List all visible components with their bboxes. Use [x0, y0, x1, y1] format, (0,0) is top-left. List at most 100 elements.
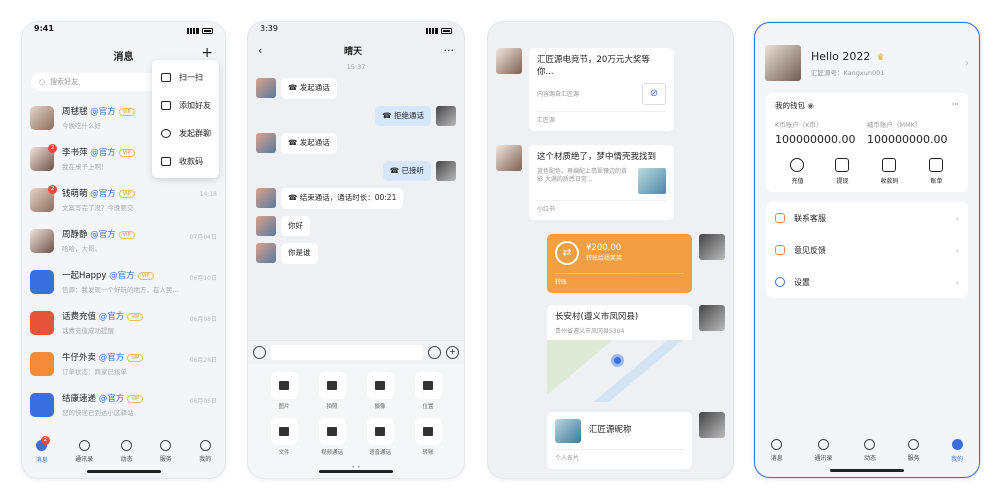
tool-microphone[interactable]: 语音通话 [356, 418, 404, 456]
conversation-item[interactable]: 话费充值 @官方 VIP 话费充值成功提醒 06月08日 [22, 302, 225, 343]
message-bubble[interactable]: 你是谁 [281, 243, 318, 264]
conversation-item[interactable]: 一起Happy @官方 VIP 信源：我发现一个好玩的地方，在人民... 06月10日 [22, 261, 225, 302]
phone-icon: ☎ [389, 165, 402, 175]
message-bubble[interactable]: ☎ 已接听 [382, 160, 431, 181]
title-text: 消息 [113, 52, 134, 63]
receive-code-button[interactable]: 收款码 [880, 158, 898, 185]
location-card[interactable]: 长安村(遵义市凤冈县) 贵州省遵义市凤冈县S304 [547, 304, 692, 402]
avatar[interactable] [256, 133, 276, 153]
tool-video-call[interactable]: 视频通话 [308, 418, 356, 456]
tool-image[interactable]: 图片 [260, 372, 308, 410]
tab-label: 通讯录 [814, 455, 833, 462]
chat-screen: 3:39 ‹ 晴天 ··· 15:37 ☎ 发起通话 ☎ 拒绝通话 ☎ 发起通话 ☎ … [248, 22, 464, 478]
tab-messages[interactable]: 2 消息 [36, 436, 50, 464]
tab-contacts[interactable]: 通讯录 [75, 440, 93, 464]
conversation-time: 14:18 [199, 191, 217, 198]
tool-transfer[interactable]: 转账 [404, 418, 452, 456]
tab-me[interactable]: 我的 [951, 439, 963, 463]
avatar[interactable] [436, 105, 456, 126]
contact-name: 一起Happy [62, 271, 107, 281]
home-indicator [319, 470, 393, 473]
tool-label: 转账 [422, 450, 434, 456]
voice-icon[interactable] [253, 346, 266, 359]
services-icon [160, 440, 172, 451]
avatar[interactable] [436, 160, 456, 181]
article-card[interactable]: 这个材质绝了，梦中情壳我找到 蓝色配色，再编配上翡翠镶边的背影 大满的质感日常.… [529, 144, 674, 220]
tool-camera[interactable]: 拍照 [308, 372, 356, 410]
eye-icon[interactable]: ◉ [807, 101, 814, 110]
message-bubble[interactable]: ☎ 拒绝通话 [375, 105, 431, 126]
official-tag: @官方 [90, 107, 116, 117]
phone-icon: ☎ [288, 83, 300, 92]
battery-icon [202, 28, 213, 34]
tool-location[interactable]: 位置 [404, 372, 452, 410]
plus-button[interactable]: + [201, 45, 213, 61]
home-indicator [86, 470, 161, 473]
add-icon[interactable]: + [446, 346, 459, 359]
tool-tile [270, 418, 298, 445]
chat-message: 你是谁 [256, 243, 456, 264]
menu-settings[interactable]: 设置 › [766, 266, 968, 298]
avatar [30, 228, 54, 253]
conversation-item[interactable]: 2 钱萌萌 @官方 VIP 文案写完了没？今晚要交 14:18 [22, 179, 225, 220]
tool-video[interactable]: 摄像 [356, 372, 404, 410]
message-text: 拒绝通话 [394, 110, 424, 120]
balance-mmk: 缅币账户（MMK） 100000000.00 [867, 119, 959, 146]
tab-moments[interactable]: 动态 [864, 439, 876, 463]
conversation-item[interactable]: 牛仔外卖 @官方 VIP 订单状态：商家已接单 06月28日 [22, 343, 225, 384]
status-time: 3:39 [260, 24, 278, 33]
balance-value: 100000000.00 [775, 133, 856, 146]
tool-file[interactable]: 文件 [260, 418, 308, 456]
message-bubble[interactable]: ☎ 发起通话 [281, 78, 337, 99]
conversation-time: 06月28日 [189, 357, 217, 364]
balance-label: 缅币账户（MMK） [867, 121, 922, 129]
tool-label: 文件 [278, 450, 290, 456]
avatar[interactable] [256, 188, 276, 208]
action-label: 提现 [836, 178, 849, 185]
tab-me[interactable]: 我的 [199, 440, 211, 464]
message-icon [771, 439, 783, 450]
link-card[interactable]: 汇匠源电竞节，20万元大奖等你... 内容源自汇匠源 ⊘ 汇匠源 [529, 48, 674, 131]
tab-messages[interactable]: 消息 [771, 439, 783, 463]
message-bubble[interactable]: ☎ 结束通话，通话时长：00:21 [281, 188, 404, 209]
menu-item-group-chat[interactable]: 发起群聊 [152, 119, 219, 147]
avatar [30, 105, 54, 130]
contact-card[interactable]: 汇匠源昵称 个人名片 [547, 411, 692, 469]
avatar [699, 411, 725, 438]
tab-label: 我的 [199, 456, 212, 463]
transfer-card[interactable]: ⇄ ¥200.00 转账给杨笑笑 转账 [547, 233, 692, 293]
more-icon[interactable]: ··· [952, 100, 959, 111]
message-bubble[interactable]: ☎ 发起通话 [281, 133, 337, 154]
avatar[interactable] [256, 78, 276, 98]
menu-customer-service[interactable]: 联系客服 › [766, 202, 968, 234]
emoji-icon[interactable] [428, 346, 441, 359]
card-subtitle: 蓝色配色，再编配上翡翠镶边的背影 大满的质感日常... [537, 167, 628, 184]
tab-services[interactable]: 服务 [908, 439, 920, 463]
avatar[interactable] [256, 215, 276, 236]
message-bubble[interactable]: 你好 [281, 215, 310, 236]
contact-name: 周静静 [62, 230, 88, 240]
menu-feedback[interactable]: 意见反馈 › [766, 234, 968, 266]
conversation-item[interactable]: 结康速递 @官方 VIP 您的快递已到达小区驿站 06月05日 [22, 384, 225, 425]
back-icon[interactable]: ‹ [258, 44, 262, 57]
vip-badge: VIP [127, 312, 144, 321]
tab-contacts[interactable]: 通讯录 [814, 439, 832, 463]
avatar [699, 233, 725, 260]
tab-services[interactable]: 服务 [160, 440, 172, 464]
tab-moments[interactable]: 动态 [120, 440, 132, 464]
recharge-button[interactable]: 充值 [790, 158, 805, 185]
conversation-item[interactable]: 周静静 @官方 VIP 哈哈，大哥。 07月04日 [22, 220, 225, 261]
withdraw-button[interactable]: 提现 [835, 158, 850, 185]
menu-item-scan[interactable]: 扫一扫 [152, 63, 219, 91]
menu-item-receive-code[interactable]: 收款码 [152, 147, 219, 175]
menu-item-add-friend[interactable]: 添加好友 [152, 91, 219, 119]
profile-header[interactable]: Hello 2022 ♛ 汇匠源号：Kangxun001 › [755, 23, 979, 93]
chat-title: 晴天 [343, 47, 362, 57]
message-input[interactable] [271, 345, 423, 360]
card-type: 个人名片 [555, 448, 684, 462]
more-icon[interactable]: ··· [443, 44, 454, 57]
bill-button[interactable]: 账单 [929, 158, 944, 185]
avatar[interactable] [256, 243, 276, 263]
status-bar: 9:41 [22, 22, 225, 38]
moments-icon [120, 440, 132, 451]
